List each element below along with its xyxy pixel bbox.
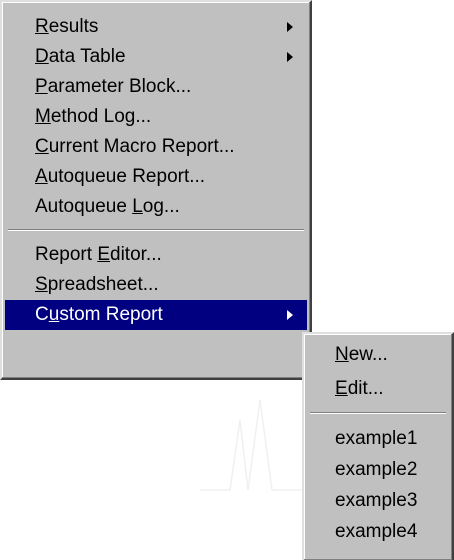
submenu-item-example4[interactable]: example4 (307, 517, 449, 547)
menu-separator (8, 229, 304, 231)
menu-item-data-table[interactable]: Data Table (5, 42, 307, 72)
submenu-item-edit[interactable]: Edit... (307, 374, 449, 404)
menu-item-current-macro-report[interactable]: Current Macro Report... (5, 132, 307, 162)
menu-item-spreadsheet[interactable]: Spreadsheet... (5, 270, 307, 300)
background-graphic (200, 399, 310, 491)
menu-item-custom-report[interactable]: Custom Report (5, 300, 307, 330)
submenu-item-example3[interactable]: example3 (307, 486, 449, 516)
submenu-item-example2[interactable]: example2 (307, 455, 449, 485)
context-menu: Results Data Table Parameter Block... Me… (0, 0, 312, 380)
menu-item-report-editor[interactable]: Report Editor... (5, 240, 307, 270)
custom-report-submenu: New... Edit... example1 example2 example… (302, 332, 454, 560)
submenu-item-example1[interactable]: example1 (307, 424, 449, 454)
submenu-item-new[interactable]: New... (307, 340, 449, 370)
submenu-arrow-icon (287, 52, 293, 62)
menu-item-autoqueue-report[interactable]: Autoqueue Report... (5, 162, 307, 192)
submenu-arrow-icon (287, 22, 293, 32)
submenu-arrow-icon (287, 310, 293, 320)
menu-item-results[interactable]: Results (5, 12, 307, 42)
menu-item-method-log[interactable]: Method Log... (5, 102, 307, 132)
submenu-separator (310, 412, 446, 414)
menu-item-autoqueue-log[interactable]: Autoqueue Log... (5, 192, 307, 222)
menu-item-parameter-block[interactable]: Parameter Block... (5, 72, 307, 102)
